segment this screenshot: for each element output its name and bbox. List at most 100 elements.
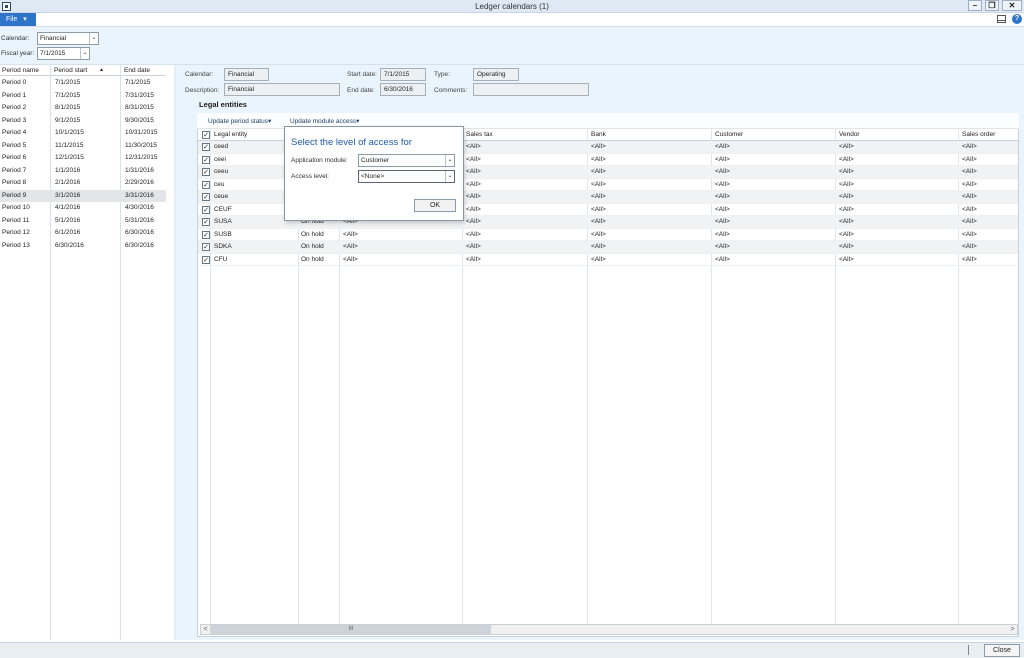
period-end-cell: 1/31/2016 <box>125 166 154 174</box>
period-end-cell: 8/31/2015 <box>125 104 154 111</box>
period-end-cell: 4/30/2016 <box>125 204 154 211</box>
bank-cell: <All> <box>591 205 606 213</box>
chevron-down-icon[interactable]: ⌄ <box>80 48 89 59</box>
help-icon[interactable]: ? <box>1012 14 1022 24</box>
end-date-header[interactable]: End date <box>124 65 150 76</box>
period-start-cell: 9/1/2015 <box>55 116 81 124</box>
access-level-value: <None> <box>361 173 385 180</box>
period-row[interactable]: Period 0 7/1/2015 7/1/2015 <box>0 77 166 90</box>
details-description-field[interactable]: Financial <box>224 83 340 96</box>
ok-button[interactable]: OK <box>414 199 456 212</box>
sales-order-cell: <All> <box>962 218 977 225</box>
row-checkbox[interactable]: ✓ <box>202 243 210 251</box>
restore-button[interactable]: ❐ <box>985 0 999 11</box>
details-calendar-field[interactable]: Financial <box>224 68 269 81</box>
vendor-cell: <All> <box>839 218 854 225</box>
row-checkbox[interactable]: ✓ <box>202 168 210 176</box>
customer-header[interactable]: Customer <box>715 129 743 141</box>
period-row[interactable]: Period 4 10/1/2015 10/31/2015 <box>0 127 166 140</box>
row-checkbox[interactable]: ✓ <box>202 230 210 239</box>
chevron-down-icon: ▾ <box>267 118 272 125</box>
period-row[interactable]: Period 5 11/1/2015 11/30/2015 <box>0 140 166 153</box>
period-start-cell: 12/1/2015 <box>55 154 84 161</box>
period-row[interactable]: Period 13 6/30/2016 6/30/2016 <box>0 240 166 253</box>
period-start-header[interactable]: Period start <box>54 65 87 76</box>
row-checkbox[interactable]: ✓ <box>202 205 210 214</box>
sales-tax-cell: <All> <box>466 230 481 238</box>
period-row[interactable]: Period 7 1/1/2016 1/31/2016 <box>0 165 166 178</box>
period-name-cell: Period 8 <box>2 179 27 186</box>
bank-header[interactable]: Bank <box>591 129 606 141</box>
sales-tax-cell: <All> <box>466 243 481 250</box>
sales-order-cell: <All> <box>962 155 977 163</box>
chevron-down-icon[interactable]: ⌄ <box>445 171 454 182</box>
layout-icon[interactable] <box>997 15 1006 23</box>
details-end-date-field[interactable]: 6/30/2016 <box>380 83 426 96</box>
sales-tax-header[interactable]: Sales tax <box>466 129 493 141</box>
row-checkbox[interactable]: ✓ <box>202 143 210 151</box>
application-module-select[interactable]: Customer ⌄ <box>358 154 455 167</box>
details-calendar-label: Calendar: <box>185 71 214 78</box>
customer-cell: <All> <box>715 243 730 250</box>
period-name-cell: Period 2 <box>2 104 27 111</box>
calendar-filter-label: Calendar: <box>1 35 30 42</box>
period-row[interactable]: Period 2 8/1/2015 8/31/2015 <box>0 102 166 115</box>
period-row[interactable]: Period 9 3/1/2016 3/31/2016 <box>0 189 166 202</box>
legal-entity-header[interactable]: Legal entity <box>214 129 247 141</box>
row-checkbox[interactable]: ✓ <box>202 180 210 189</box>
fiscal-year-filter-select[interactable]: 7/1/2015 ⌄ <box>37 47 90 60</box>
access-level-select[interactable]: <None> ⌄ <box>358 170 455 183</box>
sales-order-cell: <All> <box>962 255 977 263</box>
row-checkbox[interactable]: ✓ <box>202 218 210 226</box>
minimize-button[interactable]: – <box>968 0 982 11</box>
sales-tax-cell: <All> <box>466 168 481 175</box>
calendar-filter-select[interactable]: Financial ⌄ <box>37 32 99 45</box>
period-end-cell: 10/31/2015 <box>125 129 158 136</box>
table-row[interactable]: ✓ SDKA On hold <All> <All> <All> <All> <All> <Al… <box>198 241 1018 254</box>
row-checkbox[interactable]: ✓ <box>202 193 210 201</box>
period-status-cell: On hold <box>301 255 324 263</box>
details-comments-label: Comments: <box>434 87 468 94</box>
period-row[interactable]: Period 6 12/1/2015 12/31/2015 <box>0 152 166 165</box>
close-window-button[interactable]: ✕ <box>1002 0 1022 11</box>
status-bar <box>0 642 1024 658</box>
period-name-header[interactable]: Period name <box>2 65 39 76</box>
period-name-cell: Period 7 <box>2 166 27 174</box>
period-row[interactable]: Period 3 9/1/2015 9/30/2015 <box>0 115 166 128</box>
close-button[interactable]: Close <box>984 644 1020 657</box>
row-checkbox[interactable]: ✓ <box>202 255 210 264</box>
select-all-checkbox[interactable]: ✓ <box>202 131 210 139</box>
file-menu-button[interactable]: File ▾ <box>0 13 36 26</box>
customer-cell: <All> <box>715 193 730 200</box>
popup-title: Select the level of access for <box>291 137 412 148</box>
chevron-down-icon[interactable]: ⌄ <box>89 33 98 44</box>
table-row[interactable]: ✓ SUSB On hold <All> <All> <All> <All> <All> <Al… <box>198 229 1018 241</box>
details-type-field[interactable]: Operating <box>473 68 519 81</box>
sales-tax-cell: <All> <box>466 180 481 188</box>
sales-tax-cell: <All> <box>466 255 481 263</box>
table-row[interactable]: ✓ CFU On hold <All> <All> <All> <All> <All> <All… <box>198 254 1018 266</box>
chevron-down-icon[interactable]: ⌄ <box>445 155 454 166</box>
scroll-right-arrow[interactable]: > <box>1008 625 1017 634</box>
legal-entity-cell: SDKA <box>214 243 232 250</box>
sales-tax-cell: <All> <box>466 218 481 225</box>
sales-order-header[interactable]: Sales order <box>962 129 995 141</box>
period-start-cell: 6/30/2016 <box>55 241 84 249</box>
period-row[interactable]: Period 1 7/1/2015 7/31/2015 <box>0 90 166 103</box>
period-row[interactable]: Period 8 2/1/2016 2/29/2016 <box>0 177 166 190</box>
row-checkbox[interactable]: ✓ <box>202 155 210 164</box>
details-type-label: Type: <box>434 71 450 78</box>
period-end-cell: 2/29/2016 <box>125 179 154 186</box>
period-row[interactable]: Period 12 6/1/2016 6/30/2016 <box>0 227 166 240</box>
details-description-label: Description: <box>185 87 220 94</box>
access-level-label: Access level: <box>291 173 329 180</box>
period-row[interactable]: Period 11 5/1/2016 5/31/2016 <box>0 215 166 228</box>
details-comments-field[interactable] <box>473 83 589 96</box>
customer-cell: <All> <box>715 205 730 213</box>
vendor-header[interactable]: Vendor <box>839 129 860 141</box>
update-period-status-button[interactable]: Update period status▾ <box>208 116 271 127</box>
scroll-left-arrow[interactable]: < <box>201 625 210 634</box>
vendor-cell: <All> <box>839 230 854 238</box>
period-row[interactable]: Period 10 4/1/2016 4/30/2016 <box>0 202 166 215</box>
details-start-date-field[interactable]: 7/1/2015 <box>380 68 426 81</box>
